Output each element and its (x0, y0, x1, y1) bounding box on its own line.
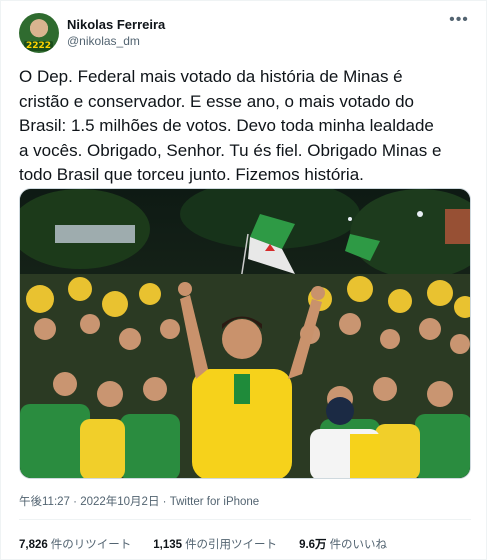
avatar-badge: 2222 (24, 41, 54, 51)
likes-stat[interactable]: 9.6万 件のいいね (299, 536, 387, 552)
quotes-stat[interactable]: 1,135 件の引用ツイート (153, 536, 277, 552)
tweet-date[interactable]: 2022年10月2日 (80, 496, 159, 508)
more-dots-icon[interactable]: ••• (448, 11, 470, 33)
author-handle[interactable]: @nikolas_dm (67, 34, 140, 48)
tweet-time[interactable]: 午後11:27 (19, 496, 70, 508)
likes-label: 件のいいね (329, 539, 388, 551)
tweet-text: O Dep. Federal mais votado da história d… (19, 67, 442, 184)
tweet-photo[interactable] (19, 188, 471, 479)
retweets-stat[interactable]: 7,826 件のリツイート (19, 536, 131, 552)
author-name[interactable]: Nikolas Ferreira (67, 17, 165, 32)
quotes-label: 件の引用ツイート (185, 539, 278, 551)
likes-count: 9.6万 (299, 539, 327, 551)
meta-separator-1: · (73, 496, 77, 508)
crowd-photo-image (20, 189, 470, 478)
divider-top (19, 519, 471, 520)
author-avatar[interactable]: 2222 (19, 13, 59, 53)
tweet-source[interactable]: Twitter for iPhone (170, 496, 259, 508)
tweet-card: 2222 Nikolas Ferreira @nikolas_dm ••• O … (0, 0, 487, 560)
quotes-count: 1,135 (153, 539, 183, 551)
meta-separator-2: · (162, 496, 167, 508)
retweets-count: 7,826 (19, 539, 48, 551)
tweet-meta: 午後11:27 · 2022年10月2日 · Twitter for iPhon… (19, 493, 259, 509)
engagement-stats: 7,826 件のリツイート 1,135 件の引用ツイート 9.6万 件のいいね (19, 536, 387, 552)
retweets-label: 件のリツイート (50, 539, 132, 551)
